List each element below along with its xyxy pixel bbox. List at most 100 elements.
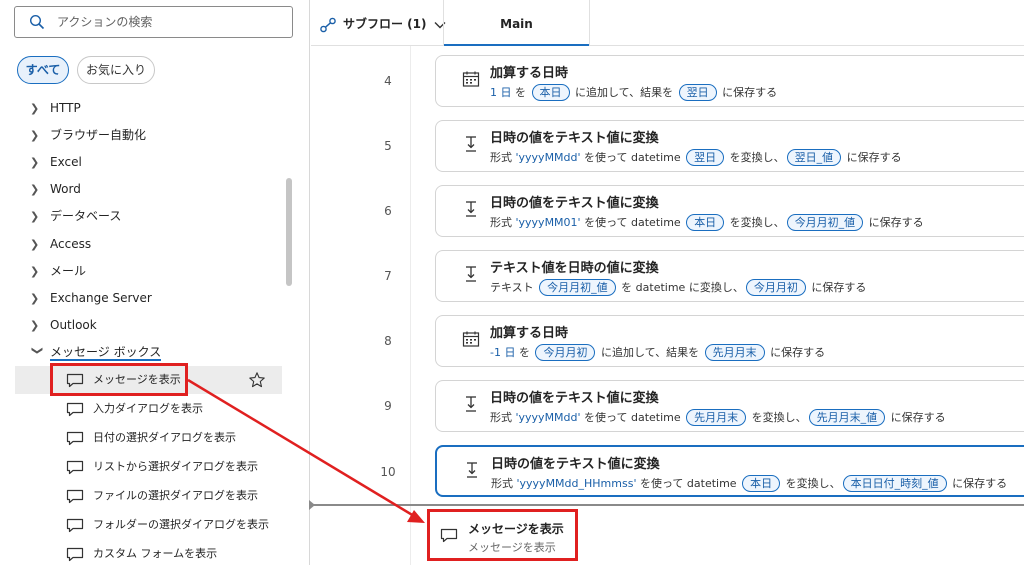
description-text: に保存する [718,86,778,99]
variable-token[interactable]: 先月月末_値 [808,409,886,426]
message-icon [66,402,84,417]
step-description: 形式 'yyyyMMdd' を使って datetime 先月月末 を変換し、 先月… [490,409,946,426]
search-box[interactable] [14,6,293,38]
group-outlook[interactable]: ❯ Outlook [30,314,97,336]
flow-step[interactable]: 加算する日時 -1 日 を 今月月初 に追加して、結果を 先月月末 に保存する [435,315,1024,367]
tab-main[interactable]: Main [444,0,590,46]
variable-token[interactable]: 本日日付_時刻_値 [842,475,947,492]
group-message-box[interactable]: ❯ メッセージ ボックス [30,341,162,363]
flow-step[interactable]: 加算する日時 1 日 を 本日 に追加して、結果を 翌日 に保存する [435,55,1024,107]
step-number: 4 [384,74,392,88]
convert-icon [467,462,477,478]
action-display-message[interactable]: メッセージを表示 [15,366,282,394]
flow-step[interactable]: 日時の値をテキスト値に変換 形式 'yyyyMMdd' を使って datetim… [435,120,1024,172]
group-database[interactable]: ❯ データベース [30,205,121,227]
group-label: メッセージ ボックス [50,345,162,361]
variable-token[interactable]: 本日 [742,475,781,492]
flow-step-selected[interactable]: 日時の値をテキスト値に変換 形式 'yyyyMMdd_HHmmss' を使って … [435,445,1024,497]
convert-icon [466,396,476,412]
description-text: に保存する [766,346,826,359]
variable-token[interactable]: 翌日_値 [786,149,842,166]
actions-panel: すべて お気に入り ❯ HTTP ❯ ブラウザー自動化 ❯ Excel ❯ Word ❯… [0,0,310,565]
tab-bar: サブフロー (1) Main [311,0,1024,46]
variable-token[interactable]: 本日 [686,214,725,231]
description-text: 形式 [491,477,517,490]
search-input[interactable] [57,13,277,31]
variable-token[interactable]: 今月月初 [535,344,596,361]
description-text: に追加して、結果を [571,86,677,99]
drag-preview: メッセージを表示 メッセージを表示 [430,512,580,560]
filter-favorites-button[interactable]: お気に入り [77,56,155,84]
sidebar-scrollbar[interactable] [286,178,292,286]
star-icon[interactable] [248,371,266,389]
flow-step[interactable]: テキスト値を日時の値に変換 テキスト 今月月初_値 を datetime に変換… [435,250,1024,302]
description-text: に保存する [807,281,867,294]
action-display-custom-form[interactable]: カスタム フォームを表示 [15,540,282,565]
step-description: 形式 'yyyyMM01' を使って datetime 本日 を変換し、 今月月初… [490,214,924,231]
convert-icon [466,266,476,282]
group-access[interactable]: ❯ Access [30,233,91,255]
subflows-label: サブフロー (1) [343,17,427,31]
description-text: を datetime に変換し、 [617,281,744,294]
filter-all-button[interactable]: すべて [17,56,69,84]
flow-step[interactable]: 日時の値をテキスト値に変換 形式 'yyyyMM01' を使って datetim… [435,185,1024,237]
group-word[interactable]: ❯ Word [30,178,81,200]
action-display-date-dialog[interactable]: 日付の選択ダイアログを表示 [15,424,282,452]
action-label: メッセージを表示 [93,373,181,386]
step-title: 加算する日時 [490,66,569,81]
action-label: 日付の選択ダイアログを表示 [93,431,236,444]
group-label: Outlook [50,318,97,332]
group-label: メール [50,264,87,278]
chevron-right-icon: ❯ [30,265,40,278]
message-icon [66,373,84,388]
variable-token[interactable]: 先月月末 [704,344,765,361]
literal-value: 'yyyyMM01' [515,216,581,229]
description-text: に追加して、結果を [597,346,703,359]
description-text: を変換し、 [726,151,785,164]
convert-icon [466,201,476,217]
subflows-dropdown[interactable]: サブフロー (1) [319,12,447,36]
step-number: 10 [380,465,396,479]
description-text: を [515,346,534,359]
variable-token[interactable]: 翌日 [678,84,717,101]
variable-token[interactable]: 今月月初 [745,279,806,296]
chevron-right-icon: ❯ [30,156,40,169]
message-icon [66,431,84,446]
description-text: テキスト [490,281,538,294]
drop-insertion-line [309,500,1024,510]
variable-token[interactable]: 本日 [531,84,570,101]
message-icon [66,547,84,562]
message-icon [66,489,84,504]
literal-value: 'yyyyMMdd' [515,151,581,164]
group-exchange-server[interactable]: ❯ Exchange Server [30,287,152,309]
group-excel[interactable]: ❯ Excel [30,151,82,173]
variable-token[interactable]: 翌日 [686,149,725,166]
action-display-list-dialog[interactable]: リストから選択ダイアログを表示 [15,453,282,481]
description-text: を変換し、 [782,477,841,490]
action-display-input-dialog[interactable]: 入力ダイアログを表示 [15,395,282,423]
chevron-right-icon: ❯ [30,210,40,223]
step-description: テキスト 今月月初_値 を datetime に変換し、 今月月初 に保存する [490,279,866,296]
group-mail[interactable]: ❯ メール [30,260,86,282]
description-text: を [511,86,530,99]
group-label: HTTP [50,101,81,115]
drag-preview-subtitle: メッセージを表示 [468,541,556,554]
convert-icon [466,136,476,152]
group-http[interactable]: ❯ HTTP [30,97,81,119]
action-display-folder-dialog[interactable]: フォルダーの選択ダイアログを表示 [15,511,282,539]
variable-token[interactable]: 今月月初_値 [786,214,864,231]
drag-preview-title: メッセージを表示 [468,522,564,536]
action-display-file-dialog[interactable]: ファイルの選択ダイアログを表示 [15,482,282,510]
flow-step[interactable]: 日時の値をテキスト値に変換 形式 'yyyyMMdd' を使って datetim… [435,380,1024,432]
variable-token[interactable]: 先月月末 [686,409,747,426]
step-title: 加算する日時 [490,326,569,341]
variable-token[interactable]: 今月月初_値 [539,279,616,296]
step-description: 1 日 を 本日 に追加して、結果を 翌日 に保存する [490,84,777,101]
step-title: 日時の値をテキスト値に変換 [490,391,659,406]
step-description: 形式 'yyyyMMdd' を使って datetime 翌日 を変換し、 翌日_値… [490,149,902,166]
group-browser-automation[interactable]: ❯ ブラウザー自動化 [30,124,146,146]
description-text: に保存する [865,216,924,229]
chevron-right-icon: ❯ [30,319,40,332]
description-text: を変換し、 [748,411,807,424]
literal-value: 1 日 [490,86,512,99]
